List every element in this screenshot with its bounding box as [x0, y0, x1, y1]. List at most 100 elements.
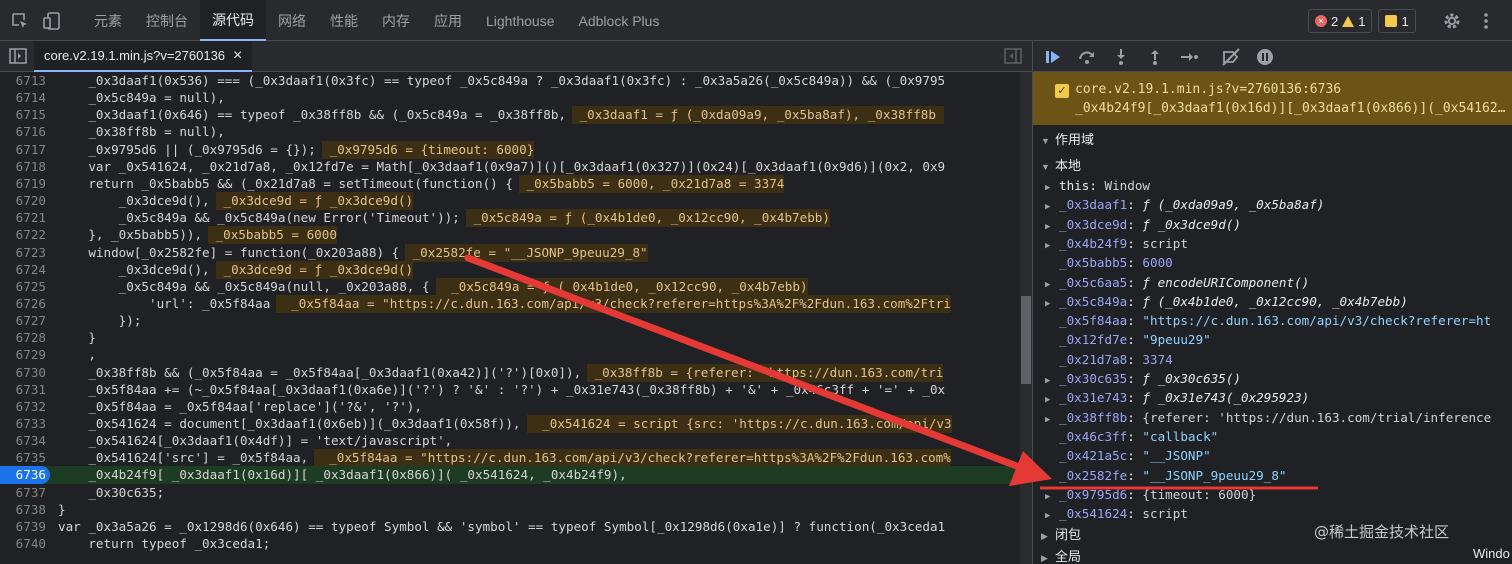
code-line[interactable]: 6720 _0x3dce9d(), _0x3dce9d = ƒ _0x3dce9… [0, 192, 1020, 211]
code-line[interactable]: 6740 return typeof _0x3ceda1; [0, 535, 1020, 553]
code-line[interactable]: 6724 _0x3dce9d(), _0x3dce9d = ƒ _0x3dce9… [0, 260, 1020, 279]
code-line[interactable]: 6722 }, _0x5babb5)), _0x5babb5 = 6000 [0, 226, 1020, 245]
line-number[interactable]: 6736 [0, 466, 50, 485]
editor-scrollbar-thumb[interactable] [1021, 296, 1031, 384]
line-number[interactable]: 6735 [0, 449, 50, 467]
line-number[interactable]: 6716 [0, 123, 50, 141]
tab-4[interactable]: 性能 [318, 0, 370, 41]
line-number[interactable]: 6718 [0, 158, 50, 176]
line-number[interactable]: 6722 [0, 226, 50, 244]
scope-variable-row[interactable]: _0x46c3ff: "callback" [1045, 427, 1218, 446]
line-number[interactable]: 6730 [0, 364, 50, 382]
scope-variable-row[interactable]: ▶ _0x31e743: ƒ _0x31e743(_0x295923) [1045, 388, 1309, 407]
file-tab[interactable]: core.v2.19.1.min.js?v=2760136 × [34, 41, 253, 72]
inspect-element-icon[interactable] [10, 11, 30, 31]
line-number[interactable]: 6721 [0, 209, 50, 227]
line-number[interactable]: 6734 [0, 432, 50, 450]
code-line[interactable]: 6713 _0x3daaf1(0x536) === (_0x3daaf1(0x3… [0, 72, 1020, 90]
more-options-icon[interactable] [1476, 11, 1496, 31]
scope-section-header[interactable]: ▼ 作用域 [1041, 129, 1094, 148]
step-out-icon[interactable] [1145, 47, 1165, 67]
tab-8[interactable]: Adblock Plus [567, 0, 672, 41]
line-number[interactable]: 6732 [0, 398, 50, 416]
code-line[interactable]: 6730 _0x38ff8b && (_0x5f84aa = _0x5f84aa… [0, 363, 1020, 382]
tab-3[interactable]: 网络 [266, 0, 318, 41]
line-number[interactable]: 6737 [0, 484, 50, 502]
tab-1[interactable]: 控制台 [134, 0, 200, 41]
scope-variable-row[interactable]: _0x21d7a8: 3374 [1045, 350, 1173, 369]
scope-variable-row[interactable]: ▶ _0x38ff8b: {referer: 'https://dun.163.c… [1045, 408, 1491, 427]
tab-6[interactable]: 应用 [422, 0, 474, 41]
pause-on-exceptions-icon[interactable] [1255, 47, 1275, 67]
local-scope-header[interactable]: ▼ 本地 [1041, 155, 1081, 174]
scope-variable-row[interactable]: _0x2582fe: "__JSONP_9peuu29_8" [1045, 466, 1286, 485]
code-line[interactable]: 6726 'url': _0x5f84aa _0x5f84aa = "https… [0, 294, 1020, 313]
line-number[interactable]: 6720 [0, 192, 50, 210]
line-number[interactable]: 6719 [0, 175, 50, 193]
line-number[interactable]: 6727 [0, 312, 50, 330]
scope-variable-row[interactable]: ▶ _0x3daaf1: ƒ (_0xda09a9, _0x5ba8af) [1045, 195, 1324, 214]
line-number[interactable]: 6728 [0, 329, 50, 347]
line-number[interactable]: 6740 [0, 535, 50, 553]
global-scope-header[interactable]: ▶ 全局 Windo [1041, 546, 1511, 564]
deactivate-breakpoints-icon[interactable] [1221, 47, 1241, 67]
scope-variable-row[interactable]: ▶ this: Window [1045, 176, 1150, 195]
step-into-icon[interactable] [1111, 47, 1131, 67]
error-warning-counter[interactable]: × 2 1 [1308, 9, 1373, 33]
scope-variable-row[interactable]: ▶ _0x5c6aa5: ƒ encodeURIComponent() [1045, 273, 1309, 292]
code-line[interactable]: 6716 _0x38ff8b = null), [0, 123, 1020, 141]
code-line[interactable]: 6737 _0x30c635; [0, 484, 1020, 502]
code-line[interactable]: 6735 _0x541624['src'] = _0x5f84aa, _0x5f… [0, 449, 1020, 468]
scope-variable-row[interactable]: _0x5babb5: 6000 [1045, 253, 1173, 272]
scope-variable-row[interactable]: _0x421a5c: "__JSONP" [1045, 446, 1211, 465]
code-line[interactable]: 6731 _0x5f84aa += (~_0x5f84aa[_0x3daaf1(… [0, 381, 1020, 399]
tab-7[interactable]: Lighthouse [474, 0, 567, 41]
line-number[interactable]: 6717 [0, 141, 50, 159]
tab-0[interactable]: 元素 [82, 0, 134, 41]
code-line[interactable]: 6728 } [0, 329, 1020, 347]
code-line[interactable]: 6729 , [0, 346, 1020, 364]
line-number[interactable]: 6723 [0, 244, 50, 262]
issues-counter[interactable]: 1 [1378, 9, 1416, 33]
code-line[interactable]: 6734 _0x541624[_0x3daaf1(0x4df)] = 'text… [0, 432, 1020, 450]
line-number[interactable]: 6715 [0, 106, 50, 124]
code-line[interactable]: 6723 window[_0x2582fe] = function(_0x203… [0, 243, 1020, 262]
close-icon[interactable]: × [233, 47, 242, 65]
step-over-icon[interactable] [1077, 47, 1097, 67]
scope-variable-row[interactable]: ▶ _0x3dce9d: ƒ _0x3dce9d() [1045, 215, 1241, 234]
code-editor[interactable]: 6713 _0x3daaf1(0x536) === (_0x3daaf1(0x3… [0, 72, 1020, 564]
scope-variable-row[interactable]: ▶ _0x30c635: ƒ _0x30c635() [1045, 369, 1241, 388]
line-number[interactable]: 6729 [0, 346, 50, 364]
code-line[interactable]: 6714 _0x5c849a = null), [0, 89, 1020, 107]
code-line[interactable]: 6727 }); [0, 312, 1020, 330]
code-line[interactable]: 6718 var _0x541624, _0x21d7a8, _0x12fd7e… [0, 158, 1020, 176]
line-number[interactable]: 6714 [0, 89, 50, 107]
scope-variable-row[interactable]: ▶ _0x9795d6: {timeout: 6000} [1045, 485, 1256, 504]
tab-2[interactable]: 源代码 [200, 0, 266, 41]
code-line[interactable]: 6717 _0x9795d6 || (_0x9795d6 = {}); _0x9… [0, 140, 1020, 159]
scope-variable-row[interactable]: ▶ _0x5c849a: ƒ (_0x4b1de0, _0x12cc90, _0x… [1045, 292, 1408, 311]
code-line[interactable]: 6739 var _0x3a5a26 = _0x1298d6(0x646) == … [0, 518, 1020, 536]
paused-on-breakpoint-banner[interactable]: ✓ core.v2.19.1.min.js?v=2760136:6736 _0x… [1033, 72, 1512, 125]
gear-icon[interactable] [1442, 11, 1462, 31]
line-number[interactable]: 6733 [0, 415, 50, 433]
resume-icon[interactable] [1043, 47, 1063, 67]
code-line[interactable]: 6719 return _0x5babb5 && (_0x21d7a8 = se… [0, 174, 1020, 193]
line-number[interactable]: 6726 [0, 295, 50, 313]
line-number[interactable]: 6724 [0, 261, 50, 279]
code-line[interactable]: 6732 _0x5f84aa = _0x5f84aa['replace']('?… [0, 398, 1020, 416]
toggle-debugger-icon[interactable] [1004, 48, 1022, 64]
issue-counters[interactable]: × 2 1 1 [1308, 9, 1416, 33]
device-toolbar-icon[interactable] [42, 11, 62, 31]
scope-variable-row[interactable]: _0x5f84aa: "https://c.dun.163.com/api/v3… [1045, 311, 1491, 330]
code-line[interactable]: 6715 _0x3daaf1(0x646) == typeof _0x38ff8… [0, 106, 1020, 125]
scope-variable-row[interactable]: ▶ _0x4b24f9: script [1045, 234, 1188, 253]
closure-scope-header[interactable]: ▶ 闭包 [1041, 524, 1081, 543]
line-number[interactable]: 6739 [0, 518, 50, 536]
code-line[interactable]: 6738} [0, 501, 1020, 519]
line-number[interactable]: 6713 [0, 72, 50, 90]
line-number[interactable]: 6738 [0, 501, 50, 519]
step-icon[interactable] [1179, 47, 1199, 67]
code-line[interactable]: 6733 _0x541624 = document[_0x3daaf1(0x6e… [0, 415, 1020, 433]
code-line[interactable]: 6725 _0x5c849a && _0x5c849a(null, _0x203… [0, 277, 1020, 296]
